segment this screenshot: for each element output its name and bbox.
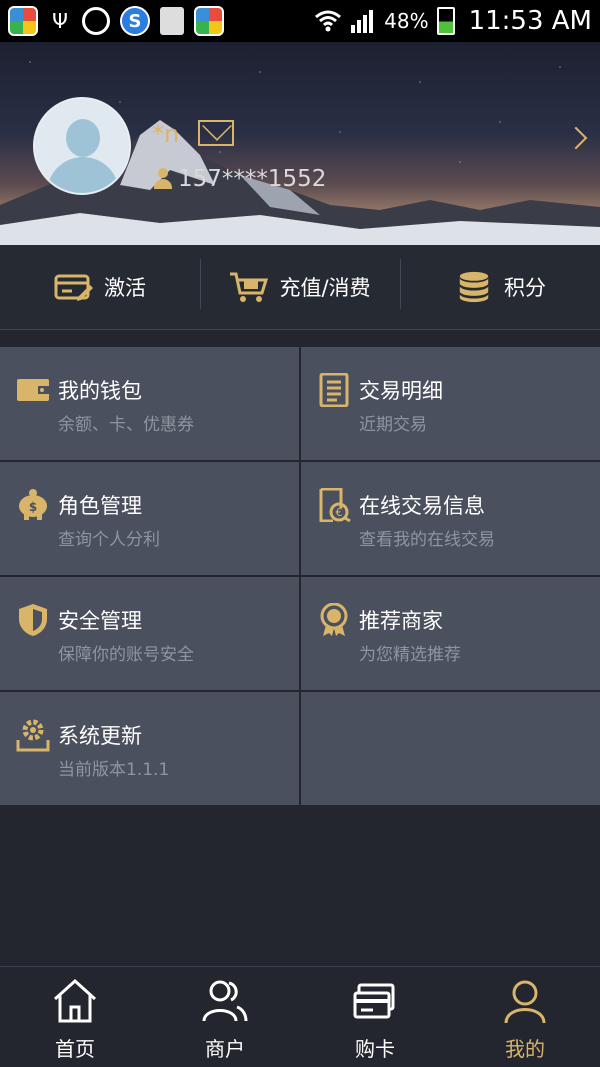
menu-item-recommended-merchants[interactable]: 推荐商家 为您精选推荐 <box>301 577 600 690</box>
app-notification-icon <box>8 6 38 36</box>
profile-header[interactable]: *n 157****1552 <box>0 42 600 245</box>
quick-activate-button[interactable]: 激活 <box>0 245 200 329</box>
menu-item-security[interactable]: 安全管理 保障你的账号安全 <box>0 577 299 690</box>
menu-item-transactions[interactable]: 交易明细 近期交易 <box>301 347 600 460</box>
menu-item-title: 安全管理 <box>58 609 142 633</box>
menu-item-system-update[interactable]: 系统更新 当前版本1.1.1 <box>0 692 299 805</box>
avatar[interactable] <box>33 97 131 195</box>
svg-text:$: $ <box>29 500 37 514</box>
clock: 11:53 AM <box>468 6 592 36</box>
quick-actions-bar: 激活 充值/消费 积分 <box>0 245 600 330</box>
sd-card-icon <box>160 7 184 35</box>
home-icon <box>53 978 97 1023</box>
menu-item-subtitle: 保障你的账号安全 <box>58 645 194 665</box>
mail-icon[interactable] <box>198 120 234 146</box>
menu-item-title: 交易明细 <box>359 379 443 403</box>
mask-notification-icon <box>82 7 110 35</box>
phone-row: 157****1552 <box>152 166 326 192</box>
quick-activate-label: 激活 <box>104 276 146 300</box>
quick-points-label: 积分 <box>504 276 546 300</box>
quick-recharge-label: 充值/消费 <box>279 276 371 300</box>
nav-merchants[interactable]: 商户 <box>150 967 300 1067</box>
bottom-navigation: 首页 商户 购卡 我的 <box>0 966 600 1067</box>
phone-number: 157****1552 <box>178 166 327 192</box>
quick-points-button[interactable]: 积分 <box>400 245 600 329</box>
menu-item-subtitle: 查看我的在线交易 <box>359 530 495 550</box>
menu-item-online-transactions[interactable]: € 在线交易信息 查看我的在线交易 <box>301 462 600 575</box>
menu-item-empty <box>301 692 600 805</box>
merchants-icon <box>202 980 248 1022</box>
battery-percent: 48% <box>384 9 429 33</box>
menu-item-subtitle: 余额、卡、优惠券 <box>58 415 194 435</box>
menu-item-subtitle: 为您精选推荐 <box>359 645 461 665</box>
card-icon <box>353 983 395 1019</box>
shield-icon <box>19 604 47 636</box>
receipt-icon: € <box>319 488 351 522</box>
wifi-icon <box>315 10 342 32</box>
username: *n <box>152 120 180 148</box>
menu-item-title: 角色管理 <box>58 494 142 518</box>
menu-item-title: 我的钱包 <box>58 379 142 403</box>
usb-icon: Ψ <box>52 9 68 33</box>
nav-label: 我的 <box>505 1037 545 1061</box>
nav-label: 商户 <box>205 1037 245 1061</box>
menu-item-title: 在线交易信息 <box>359 494 485 518</box>
status-bar: Ψ S 48% 11:53 AM <box>0 0 600 42</box>
card-edit-icon <box>54 274 93 301</box>
best-badge-icon <box>320 603 348 636</box>
shopping-cart-icon <box>230 272 269 302</box>
svg-text:€: € <box>336 506 343 519</box>
profile-icon <box>504 980 546 1024</box>
menu-grid: 我的钱包 余额、卡、优惠券 交易明细 近期交易 $ 角色管理 查询个人分利 € <box>0 347 600 805</box>
nav-home[interactable]: 首页 <box>0 967 150 1067</box>
nav-label: 购卡 <box>355 1037 395 1061</box>
document-list-icon <box>319 373 349 407</box>
menu-item-wallet[interactable]: 我的钱包 余额、卡、优惠券 <box>0 347 299 460</box>
quick-recharge-button[interactable]: 充值/消费 <box>200 245 400 329</box>
menu-item-roles[interactable]: $ 角色管理 查询个人分利 <box>0 462 299 575</box>
s-app-notification-icon: S <box>120 6 150 36</box>
nav-label: 首页 <box>55 1037 95 1061</box>
app-notification-icon-2 <box>194 6 224 36</box>
menu-item-subtitle: 近期交易 <box>359 415 427 435</box>
signal-icon <box>351 10 374 33</box>
menu-item-title: 系统更新 <box>58 724 142 748</box>
menu-item-subtitle: 当前版本1.1.1 <box>58 760 170 780</box>
battery-icon <box>436 7 455 35</box>
menu-item-title: 推荐商家 <box>359 609 443 633</box>
nav-profile[interactable]: 我的 <box>450 967 600 1067</box>
settings-update-icon <box>16 719 50 752</box>
nav-buy-card[interactable]: 购卡 <box>300 967 450 1067</box>
menu-item-subtitle: 查询个人分利 <box>58 530 160 550</box>
piggy-bank-icon: $ <box>19 489 47 520</box>
coins-stack-icon <box>459 271 489 303</box>
wallet-icon <box>17 379 49 401</box>
person-icon <box>152 167 174 191</box>
